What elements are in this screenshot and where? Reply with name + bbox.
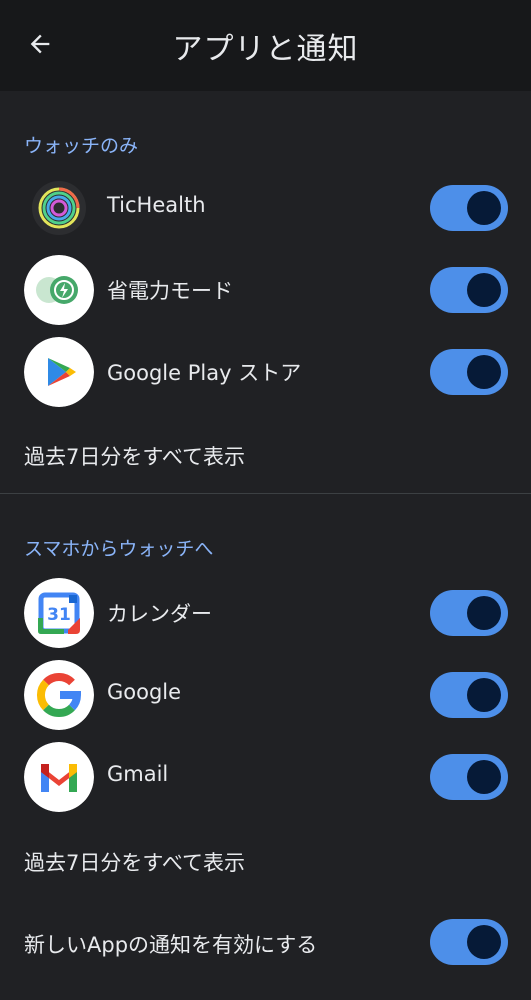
battery-saver-icon: [24, 255, 94, 325]
app-label: Gmail: [107, 762, 169, 786]
toggle-knob: [467, 925, 501, 959]
show-all-phone-to-watch-link[interactable]: 過去7日分をすべて表示: [24, 847, 245, 877]
google-g-icon: [24, 660, 94, 730]
app-row-tichealth[interactable]: TicHealth: [0, 167, 531, 249]
tichealth-icon: [24, 173, 94, 243]
app-row-google-play[interactable]: Google Play ストア: [0, 331, 531, 413]
gmail-icon: [24, 742, 94, 812]
new-app-notifications-row[interactable]: 新しいAppの通知を有効にする: [0, 901, 531, 983]
toggle-knob: [467, 355, 501, 389]
app-label: Google: [107, 680, 182, 704]
app-bar: アプリと通知: [0, 0, 531, 91]
app-row-gmail[interactable]: Gmail: [0, 736, 531, 818]
google-toggle[interactable]: [430, 672, 508, 718]
battery-saver-toggle[interactable]: [430, 267, 508, 313]
toggle-knob: [467, 191, 501, 225]
toggle-knob: [467, 760, 501, 794]
toggle-knob: [467, 596, 501, 630]
app-row-calendar[interactable]: 31 カレンダー: [0, 572, 531, 654]
google-play-toggle[interactable]: [430, 349, 508, 395]
app-row-battery-saver[interactable]: 省電力モード: [0, 249, 531, 331]
section-title-watch-only: ウォッチのみ: [24, 135, 139, 157]
svg-text:31: 31: [47, 605, 71, 625]
google-play-icon: [24, 337, 94, 407]
tichealth-toggle[interactable]: [430, 185, 508, 231]
new-app-notifications-label: 新しいAppの通知を有効にする: [24, 933, 318, 957]
show-all-watch-only-link[interactable]: 過去7日分をすべて表示: [24, 441, 245, 471]
gmail-toggle[interactable]: [430, 754, 508, 800]
google-calendar-icon: 31: [24, 578, 94, 648]
app-row-google[interactable]: Google: [0, 654, 531, 736]
toggle-knob: [467, 678, 501, 712]
app-label: Google Play ストア: [107, 361, 302, 385]
toggle-knob: [467, 273, 501, 307]
page-title: アプリと通知: [172, 32, 359, 67]
app-label: TicHealth: [107, 193, 206, 217]
section-divider: [0, 493, 531, 494]
app-label: カレンダー: [107, 602, 212, 626]
section-title-phone-to-watch: スマホからウォッチへ: [24, 538, 214, 560]
app-label: 省電力モード: [107, 279, 233, 303]
new-app-notifications-toggle[interactable]: [430, 919, 508, 965]
calendar-toggle[interactable]: [430, 590, 508, 636]
